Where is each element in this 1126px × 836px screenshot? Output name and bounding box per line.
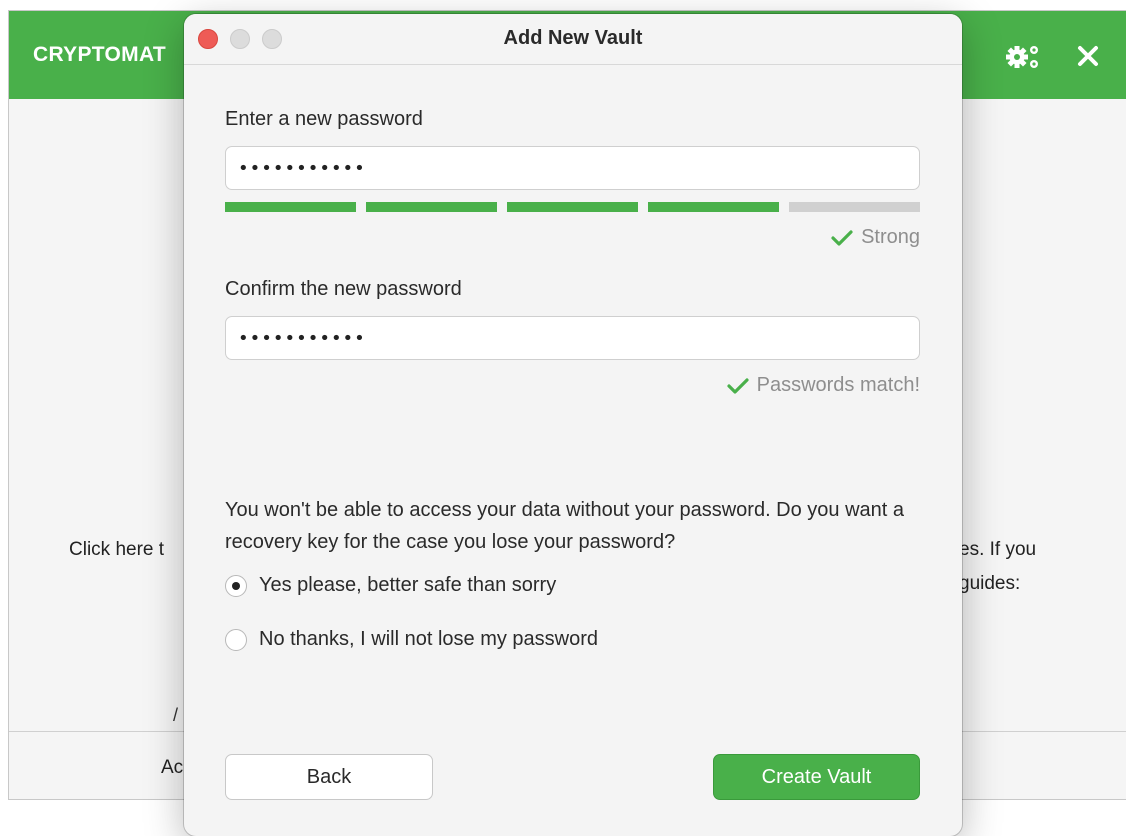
welcome-text: Click here t	[69, 539, 165, 560]
add-vault-footer[interactable]: Ac	[161, 757, 183, 779]
app-title: CRYPTOMAT	[33, 43, 166, 66]
checkmark-icon	[831, 229, 853, 247]
strength-segment	[366, 202, 497, 212]
gear-icon[interactable]	[1005, 41, 1045, 71]
dialog-titlebar: Add New Vault	[184, 14, 962, 65]
new-password-field[interactable]	[225, 146, 920, 190]
welcome-text-right: es. If you	[959, 539, 1037, 560]
confirm-password-field[interactable]	[225, 316, 920, 360]
arrow-glyph: /	[173, 705, 179, 725]
back-button[interactable]: Back	[225, 754, 433, 800]
new-password-label: Enter a new password	[225, 108, 423, 130]
radio-button[interactable]	[225, 628, 247, 651]
strength-segment	[789, 202, 920, 212]
match-status-text: Passwords match!	[756, 374, 920, 396]
checkmark-icon	[727, 377, 749, 395]
strength-segment	[225, 202, 356, 212]
add-vault-dialog: Add New Vault Enter a new password Stron…	[184, 14, 962, 836]
close-icon[interactable]	[1073, 41, 1103, 71]
strength-status: Strong	[831, 226, 920, 249]
create-vault-button[interactable]: Create Vault	[713, 754, 920, 800]
strength-segment	[648, 202, 779, 212]
dialog-title: Add New Vault	[503, 27, 643, 49]
strength-segment	[507, 202, 638, 212]
welcome-text-right-2: guides:	[959, 573, 1021, 594]
recovery-option-no[interactable]: No thanks, I will not lose my password	[225, 628, 598, 651]
recovery-option-yes[interactable]: Yes please, better safe than sorry	[225, 574, 556, 597]
confirm-password-label: Confirm the new password	[225, 278, 462, 300]
strength-status-text: Strong	[861, 226, 920, 248]
radio-button[interactable]	[225, 574, 247, 597]
recovery-question: You won't be able to access your data wi…	[225, 499, 905, 553]
recovery-option-yes-label: Yes please, better safe than sorry	[259, 574, 557, 596]
recovery-option-no-label: No thanks, I will not lose my password	[259, 628, 599, 650]
match-status: Passwords match!	[727, 374, 920, 397]
